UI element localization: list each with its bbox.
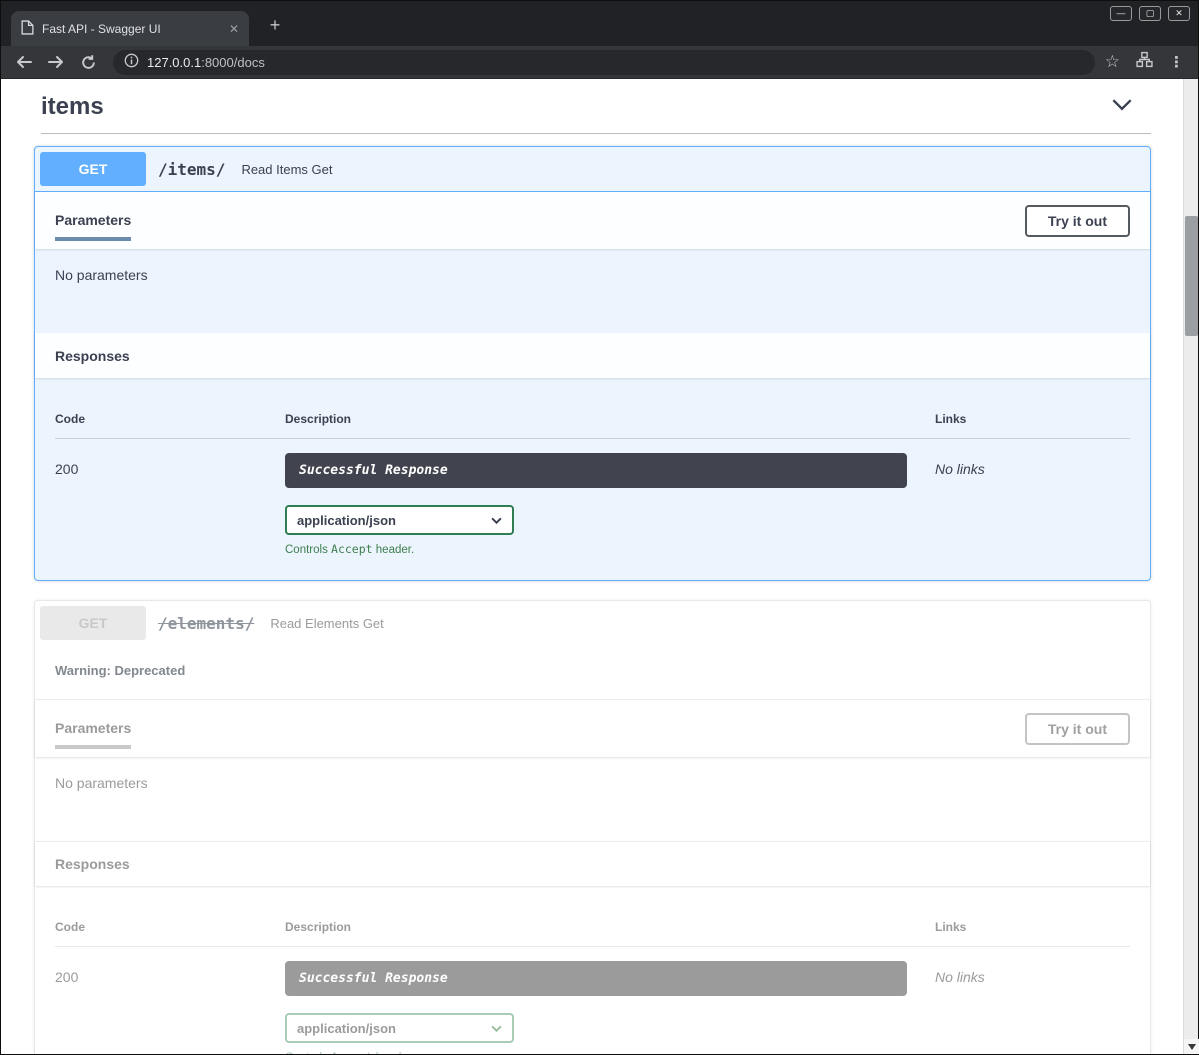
forward-icon[interactable]: [47, 53, 65, 71]
opblock-get-elements-deprecated: GET /elements/ Read Elements Get Warning…: [34, 600, 1151, 1054]
minimize-button[interactable]: —: [1110, 6, 1132, 21]
responses-table-header: Code Description Links: [55, 910, 1130, 947]
media-type-row: application/json Controls Accept header.: [285, 505, 907, 556]
try-it-out-button[interactable]: Try it out: [1025, 205, 1130, 237]
media-type-select[interactable]: application/json: [285, 505, 514, 535]
maximize-button[interactable]: ▢: [1139, 6, 1161, 21]
endpoint-path: /items/: [158, 160, 225, 179]
no-parameters-text: No parameters: [55, 267, 148, 283]
parameters-body: No parameters: [35, 757, 1150, 841]
swagger-page: items GET /items/ Read Items Get Paramet…: [1, 79, 1183, 1054]
url-host: 127.0.0.1: [147, 55, 201, 70]
media-type-select[interactable]: application/json: [285, 1013, 514, 1043]
tab-close-icon[interactable]: ✕: [229, 22, 239, 36]
code-column-header: Code: [55, 920, 285, 934]
media-type-row: application/json Controls Accept header.: [285, 1013, 907, 1054]
response-links: No links: [935, 453, 1130, 556]
url-path: :8000/docs: [201, 55, 265, 70]
no-parameters-text: No parameters: [55, 775, 148, 791]
media-type-value: application/json: [297, 513, 396, 528]
responses-header: Responses: [35, 333, 1150, 378]
parameters-header: Parameters Try it out: [35, 192, 1150, 249]
code-column-header: Code: [55, 412, 285, 426]
opblock-summary[interactable]: GET /elements/ Read Elements Get: [35, 601, 1150, 645]
endpoint-summary: Read Elements Get: [270, 616, 383, 631]
http-method-badge: GET: [40, 152, 146, 186]
browser-tab[interactable]: Fast API - Swagger UI ✕: [11, 11, 249, 46]
parameters-header: Parameters Try it out: [35, 699, 1150, 757]
scroll-down-arrow-icon: [1188, 1044, 1196, 1050]
response-description-cell: Successful Response application/json Con…: [285, 453, 935, 556]
bookmark-star-icon[interactable]: ☆: [1105, 52, 1120, 72]
response-code: 200: [55, 961, 285, 1054]
http-method-badge: GET: [40, 606, 146, 640]
response-description-cell: Successful Response application/json Con…: [285, 961, 935, 1054]
parameters-body: No parameters: [35, 249, 1150, 333]
tag-title: items: [41, 93, 104, 121]
deprecated-warning: Warning: Deprecated: [35, 645, 1150, 699]
response-description-box: Successful Response: [285, 453, 907, 488]
back-icon[interactable]: [15, 53, 33, 71]
close-button[interactable]: ✕: [1168, 6, 1190, 21]
chevron-down-icon[interactable]: [1111, 98, 1133, 116]
responses-body: Code Description Links 200 Successful Re…: [35, 378, 1150, 580]
reload-icon[interactable]: [79, 53, 97, 71]
accept-code: Accept: [331, 1050, 373, 1054]
page-scrollbar[interactable]: [1183, 79, 1198, 1054]
response-code: 200: [55, 453, 285, 556]
sitemap-icon[interactable]: [1136, 51, 1153, 73]
browser-window: Fast API - Swagger UI ✕ + — ▢ ✕ 127.0.0.…: [0, 0, 1199, 1055]
response-links: No links: [935, 961, 1130, 1054]
scroll-down-button[interactable]: [1184, 1039, 1199, 1054]
responses-table-header: Code Description Links: [55, 402, 1130, 439]
titlebar: Fast API - Swagger UI ✕ + — ▢ ✕: [1, 1, 1198, 46]
site-info-icon[interactable]: [124, 53, 139, 71]
accept-header-note: Controls Accept header.: [285, 542, 907, 556]
parameters-tab[interactable]: Parameters: [55, 708, 131, 749]
new-tab-button[interactable]: +: [263, 14, 287, 38]
browser-toolbar: 127.0.0.1:8000/docs ☆ ⋮: [1, 46, 1198, 79]
opblock-summary[interactable]: GET /items/ Read Items Get: [35, 147, 1150, 192]
response-description-box: Successful Response: [285, 961, 907, 996]
description-column-header: Description: [285, 412, 935, 426]
address-bar[interactable]: 127.0.0.1:8000/docs: [113, 50, 1095, 75]
media-type-value: application/json: [297, 1021, 396, 1036]
endpoint-summary: Read Items Get: [241, 162, 332, 177]
response-row: 200 Successful Response application/json…: [55, 947, 1130, 1054]
toolbar-right: ☆ ⋮: [1105, 51, 1184, 73]
response-row: 200 Successful Response application/json…: [55, 439, 1130, 556]
links-column-header: Links: [935, 412, 1130, 426]
scrollbar-thumb[interactable]: [1185, 216, 1198, 336]
description-column-header: Description: [285, 920, 935, 934]
try-it-out-button[interactable]: Try it out: [1025, 713, 1130, 745]
page-favicon-icon: [21, 20, 34, 38]
opblock-get-items: GET /items/ Read Items Get Parameters Tr…: [34, 146, 1151, 581]
responses-title: Responses: [55, 348, 130, 364]
endpoint-path: /elements/: [158, 614, 254, 633]
responses-body: Code Description Links 200 Successful Re…: [35, 886, 1150, 1054]
accept-code: Accept: [331, 542, 373, 556]
tab-title: Fast API - Swagger UI: [42, 22, 223, 36]
links-column-header: Links: [935, 920, 1130, 934]
window-controls: — ▢ ✕: [1110, 6, 1190, 21]
browser-menu-icon[interactable]: ⋮: [1169, 53, 1184, 71]
tag-section-header[interactable]: items: [41, 93, 1151, 134]
responses-header: Responses: [35, 841, 1150, 886]
responses-title: Responses: [55, 856, 130, 872]
parameters-tab[interactable]: Parameters: [55, 200, 131, 241]
accept-header-note: Controls Accept header.: [285, 1050, 907, 1054]
